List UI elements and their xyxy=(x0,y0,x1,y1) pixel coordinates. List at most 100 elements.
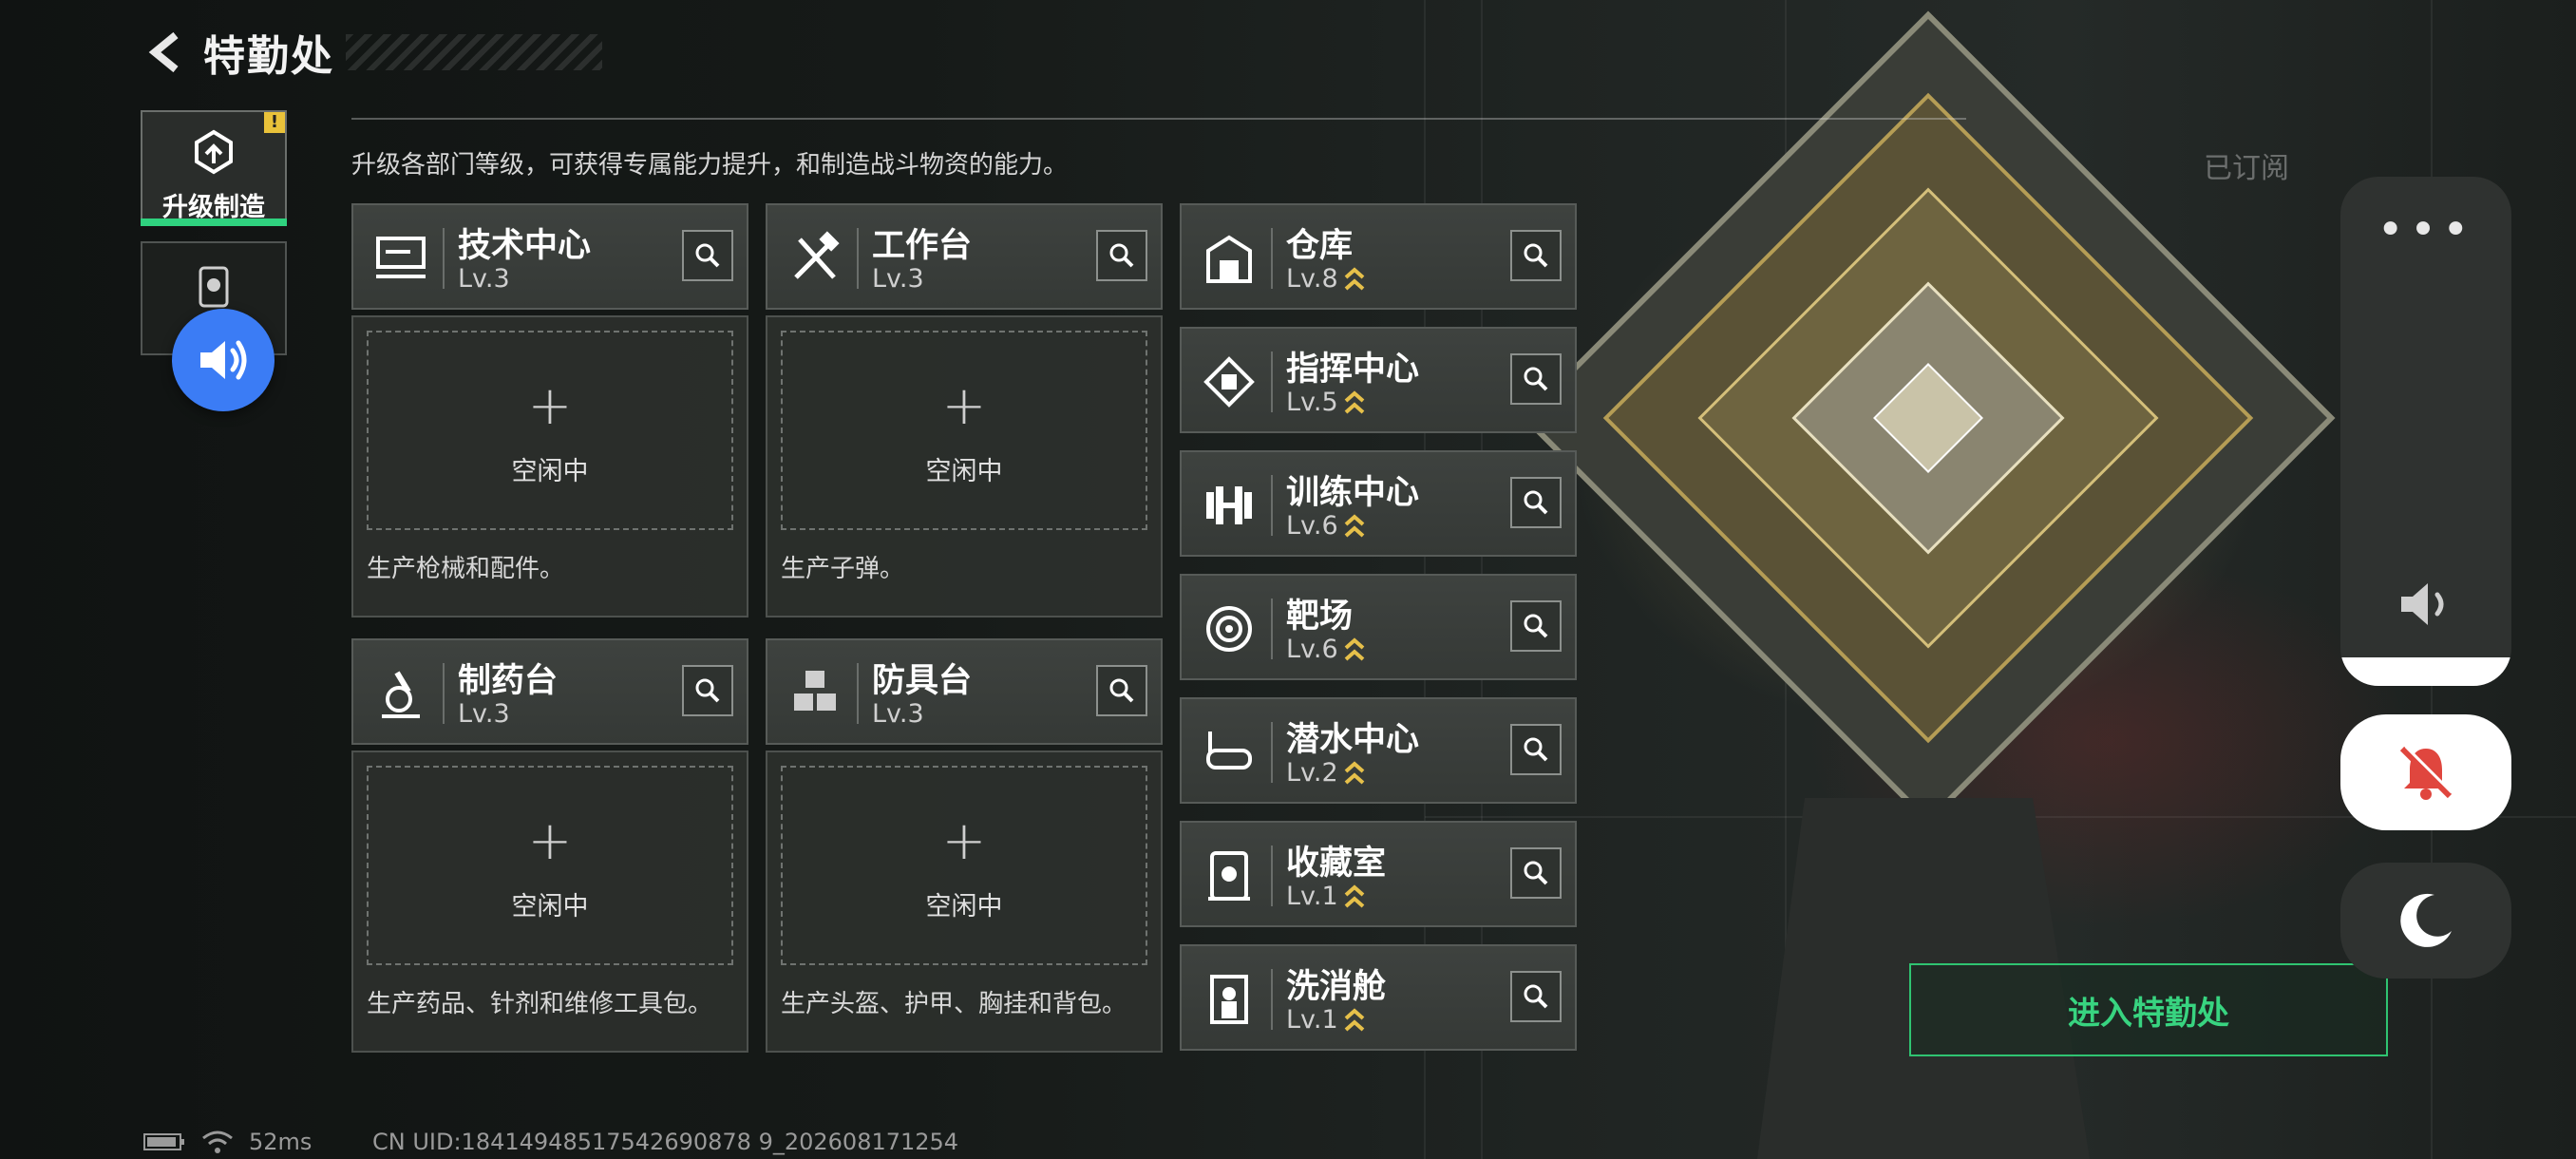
facility-shooting-range[interactable]: 靶场 Lv.6 xyxy=(1180,574,1577,680)
search-icon xyxy=(1524,367,1548,391)
inspect-button[interactable] xyxy=(1510,724,1562,775)
level-text: Lv.5 xyxy=(1286,388,1338,417)
title-decoration xyxy=(346,34,602,70)
volume-slider[interactable] xyxy=(2396,576,2456,636)
tools-icon xyxy=(781,224,849,293)
upgrade-chevron-icon xyxy=(1344,390,1365,413)
search-icon xyxy=(695,243,720,268)
craft-slot[interactable]: + 空闲中 xyxy=(367,331,733,530)
slot-status: 空闲中 xyxy=(925,892,1003,922)
facility-training-center[interactable]: 训练中心 Lv.6 xyxy=(1180,450,1577,557)
craft-slot[interactable]: + 空闲中 xyxy=(781,331,1147,530)
level-text: Lv.1 xyxy=(1286,882,1338,911)
workshop-desc: 生产头盔、护甲、胸挂和背包。 xyxy=(781,990,1127,1018)
facility-name: 洗消舱 xyxy=(1286,968,1387,1006)
collection-icon xyxy=(193,262,235,314)
facility-level: Lv.6 xyxy=(1286,511,1365,541)
slot-status: 空闲中 xyxy=(511,892,589,922)
workshop-body-tech-center: + 空闲中 生产枪械和配件。 xyxy=(351,315,748,618)
workshop-header-pharmacy[interactable]: 制药台 Lv.3 xyxy=(351,638,748,745)
inspect-button[interactable] xyxy=(1510,353,1562,405)
back-arrow-icon xyxy=(148,31,179,73)
search-icon xyxy=(1109,678,1134,703)
level-text: Lv.2 xyxy=(1286,758,1338,788)
workshop-header-armor[interactable]: 防具台 Lv.3 xyxy=(766,638,1163,745)
workshop-body-armor: + 空闲中 生产头盔、护甲、胸挂和背包。 xyxy=(766,750,1163,1053)
chip-icon xyxy=(1195,348,1263,416)
search-icon xyxy=(1524,861,1548,885)
facility-diving-center[interactable]: 潜水中心 Lv.2 xyxy=(1180,697,1577,804)
uid-text: CN UID:18414948517542690878 9_2026081712… xyxy=(372,1129,959,1155)
bell-off-icon xyxy=(2399,745,2453,800)
craft-slot[interactable]: + 空闲中 xyxy=(781,766,1147,965)
section-description: 升级各部门等级，可获得专属能力提升，和制造战斗物资的能力。 xyxy=(351,151,1069,180)
workshop-level: Lv.3 xyxy=(872,699,924,729)
level-text: Lv.1 xyxy=(1286,1005,1338,1035)
search-icon xyxy=(1524,737,1548,762)
upgrade-chevron-icon xyxy=(1344,266,1365,290)
search-icon xyxy=(695,678,720,703)
inspect-button[interactable] xyxy=(1096,230,1147,281)
facility-level: Lv.5 xyxy=(1286,388,1365,417)
workshop-name: 工作台 xyxy=(872,227,973,265)
alert-badge: ! xyxy=(264,112,285,133)
inspect-button[interactable] xyxy=(682,230,733,281)
floating-sound-button[interactable] xyxy=(172,309,275,411)
facility-collection-room[interactable]: 收藏室 Lv.1 xyxy=(1180,821,1577,927)
volume-icon xyxy=(2401,583,2444,625)
facility-level: Lv.6 xyxy=(1286,635,1365,664)
workshop-body-workbench: + 空闲中 生产子弹。 xyxy=(766,315,1163,618)
workshop-desc: 生产药品、针剂和维修工具包。 xyxy=(367,990,713,1018)
workshop-name: 制药台 xyxy=(458,662,559,700)
floating-control-panel: ••• xyxy=(2340,177,2511,686)
header: 特勤处 xyxy=(142,25,602,81)
enter-special-ops-button[interactable]: 进入特勤处 xyxy=(1909,963,2388,1056)
moon-icon xyxy=(2400,893,2452,947)
workshop-level: Lv.3 xyxy=(458,264,510,294)
inspect-button[interactable] xyxy=(1510,971,1562,1022)
diving-mask-icon xyxy=(1195,718,1263,787)
facility-command-center[interactable]: 指挥中心 Lv.5 xyxy=(1180,327,1577,433)
night-mode-button[interactable] xyxy=(2340,863,2511,978)
computer-icon xyxy=(367,224,435,293)
back-button[interactable] xyxy=(142,28,186,77)
inspect-button[interactable] xyxy=(1096,665,1147,716)
inspect-button[interactable] xyxy=(1510,230,1562,281)
facility-decontamination[interactable]: 洗消舱 Lv.1 xyxy=(1180,944,1577,1051)
facility-level: Lv.8 xyxy=(1286,264,1365,294)
facility-name: 收藏室 xyxy=(1286,845,1387,883)
facility-warehouse[interactable]: 仓库 Lv.8 xyxy=(1180,203,1577,310)
workshop-level: Lv.3 xyxy=(458,699,510,729)
page-title: 特勤处 xyxy=(203,32,334,81)
craft-slot[interactable]: + 空闲中 xyxy=(367,766,733,965)
tab-upgrade-manufacture[interactable]: 升级制造 ! xyxy=(141,110,287,226)
upgrade-chevron-icon xyxy=(1344,636,1365,660)
upgrade-chevron-icon xyxy=(1344,513,1365,537)
search-icon xyxy=(1524,490,1548,515)
workshop-name: 防具台 xyxy=(872,662,973,700)
inspect-button[interactable] xyxy=(1510,477,1562,528)
volume-level-fill xyxy=(2340,657,2511,686)
slot-status: 空闲中 xyxy=(925,457,1003,486)
inspect-button[interactable] xyxy=(682,665,733,716)
plus-icon: + xyxy=(941,810,987,872)
plus-icon: + xyxy=(527,375,573,437)
level-text: Lv.6 xyxy=(1286,635,1338,664)
workshop-desc: 生产子弹。 xyxy=(781,555,905,583)
inspect-button[interactable] xyxy=(1510,847,1562,899)
facility-level: Lv.1 xyxy=(1286,1005,1365,1035)
inspect-button[interactable] xyxy=(1510,600,1562,652)
dumbbell-icon xyxy=(1195,471,1263,540)
facility-name: 训练中心 xyxy=(1286,474,1420,512)
subscribed-label[interactable]: 已订阅 xyxy=(2204,144,2289,186)
mute-notifications-button[interactable] xyxy=(2340,714,2511,830)
workshop-header-workbench[interactable]: 工作台 Lv.3 xyxy=(766,203,1163,310)
facility-level: Lv.2 xyxy=(1286,758,1365,788)
workshop-header-tech-center[interactable]: 技术中心 Lv.3 xyxy=(351,203,748,310)
microscope-icon xyxy=(367,659,435,728)
more-menu-button[interactable]: ••• xyxy=(2340,207,2511,253)
facility-name: 指挥中心 xyxy=(1286,351,1420,389)
active-indicator xyxy=(141,218,287,226)
ping-text: 52ms xyxy=(249,1129,313,1155)
search-icon xyxy=(1524,984,1548,1009)
